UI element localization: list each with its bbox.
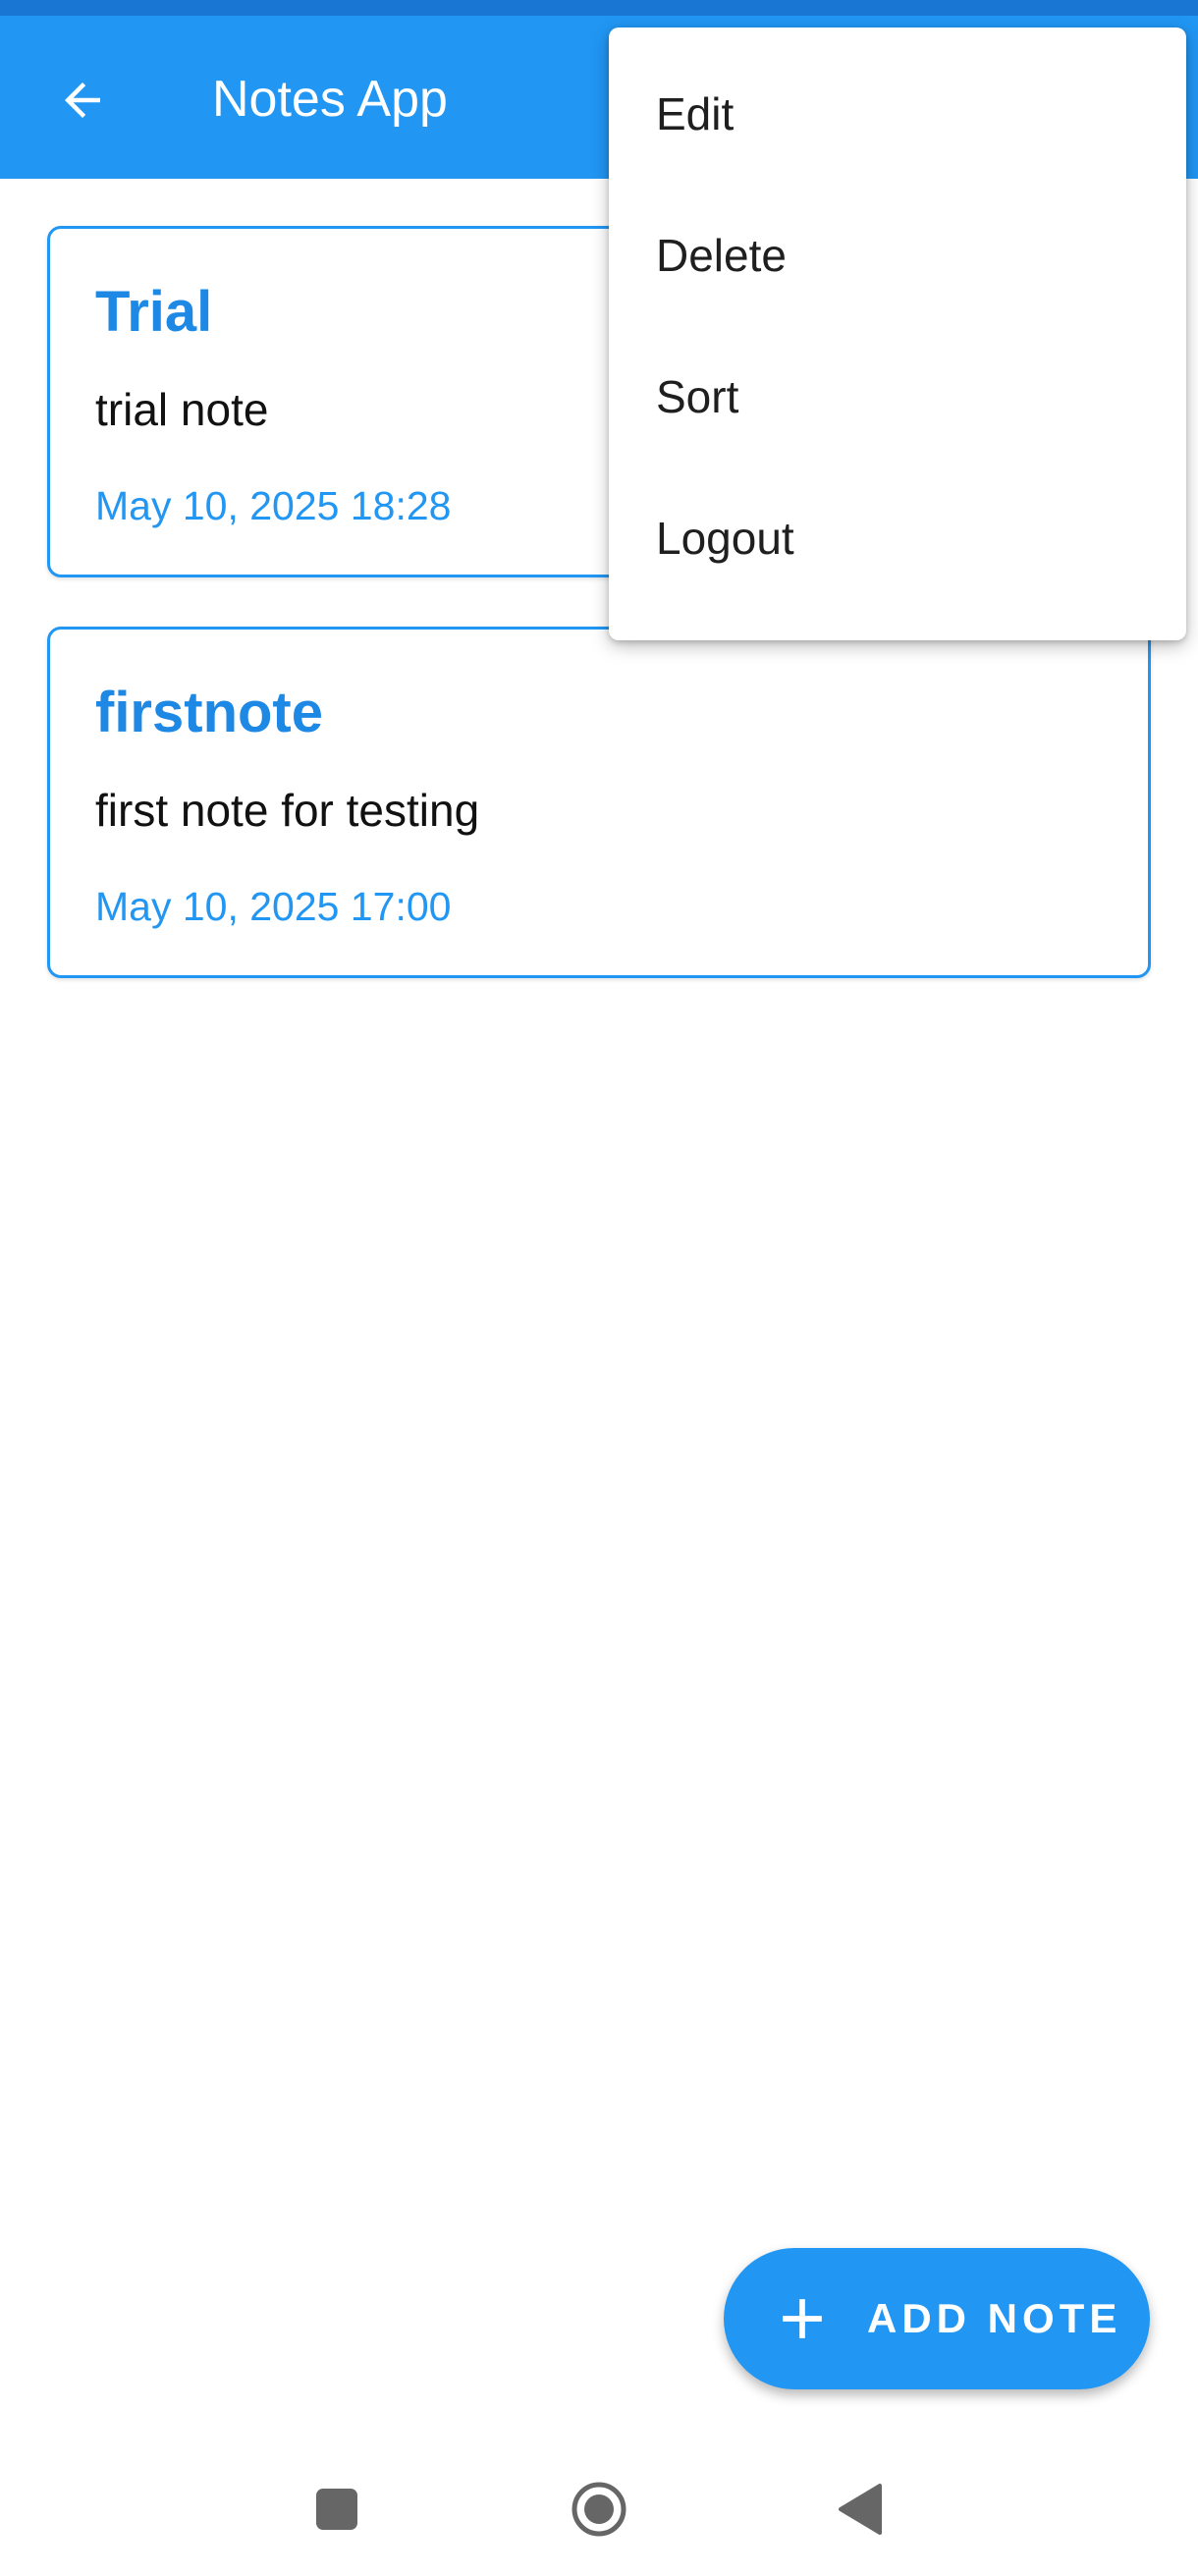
menu-item-sort[interactable]: Sort (609, 326, 1186, 467)
note-card[interactable]: firstnote first note for testing May 10,… (47, 627, 1151, 978)
note-date: May 10, 2025 17:00 (95, 884, 452, 929)
overflow-menu: Edit Delete Sort Logout (609, 27, 1186, 640)
home-circle-icon (572, 2482, 626, 2537)
note-title: firstnote (95, 681, 323, 744)
home-button[interactable] (555, 2465, 643, 2553)
system-nav-bar (0, 2436, 1198, 2576)
plus-icon (783, 2299, 822, 2338)
menu-item-edit[interactable]: Edit (609, 43, 1186, 185)
menu-item-delete[interactable]: Delete (609, 185, 1186, 326)
add-note-label: ADD NOTE (867, 2295, 1122, 2341)
note-body: trial note (95, 384, 269, 435)
status-bar (0, 0, 1198, 16)
app-title: Notes App (212, 71, 448, 128)
system-back-button[interactable] (815, 2465, 903, 2553)
note-body: first note for testing (95, 785, 480, 836)
menu-item-logout[interactable]: Logout (609, 467, 1186, 609)
recents-square-icon (316, 2489, 357, 2530)
recents-button[interactable] (293, 2465, 381, 2553)
note-title: Trial (95, 280, 213, 344)
note-date: May 10, 2025 18:28 (95, 483, 452, 528)
add-note-button[interactable]: ADD NOTE (724, 2248, 1150, 2389)
back-button[interactable] (43, 61, 122, 139)
arrow-left-icon (65, 82, 100, 118)
back-triangle-icon (839, 2484, 882, 2535)
